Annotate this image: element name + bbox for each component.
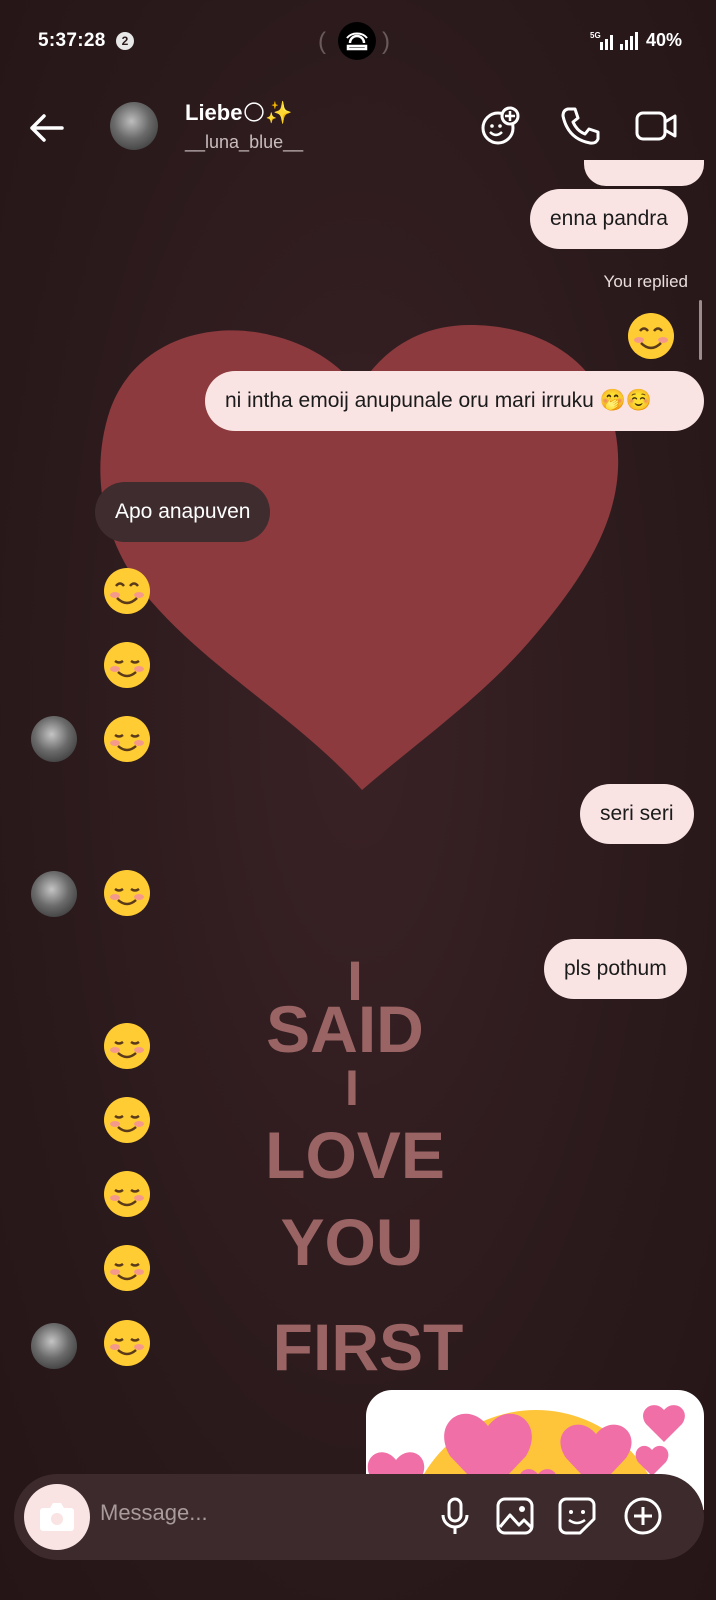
sent-message-bubble[interactable]: enna pandra [530, 189, 688, 249]
status-bar: 5:37:28 2 ( ) 5G 40% [0, 0, 716, 80]
smiling-face-emoji[interactable] [102, 1243, 152, 1293]
camera-icon [40, 1503, 74, 1531]
received-message-bubble[interactable]: Apo anapuven [95, 482, 271, 542]
message-input[interactable]: Message... [100, 1500, 208, 1526]
wallpaper-word: LOVE [265, 1118, 445, 1192]
contact-username[interactable]: __luna_blue__ [185, 132, 303, 153]
message-composer: Message... [14, 1474, 704, 1560]
contact-avatar[interactable] [110, 102, 158, 150]
smiling-face-emoji[interactable] [626, 311, 676, 361]
smiling-face-emoji[interactable] [102, 1095, 152, 1145]
sender-avatar[interactable] [31, 1323, 77, 1369]
wallpaper-word: FIRST [273, 1310, 464, 1384]
notification-count-badge: 2 [116, 32, 134, 50]
wallpaper-word: YOU [280, 1205, 423, 1279]
smiling-face-emoji[interactable] [102, 1169, 152, 1219]
add-icon[interactable] [622, 1495, 664, 1537]
back-arrow-icon[interactable] [26, 108, 66, 148]
reply-indicator: You replied [603, 272, 688, 291]
smiling-face-emoji[interactable] [102, 566, 152, 616]
sent-message-bubble-partial[interactable] [584, 160, 704, 186]
status-time: 5:37:28 [38, 30, 106, 51]
chat-header: Liebe🌕✨ __luna_blue__ [0, 90, 716, 170]
sticker-icon[interactable] [556, 1495, 598, 1537]
wallpaper-word: SAID [266, 992, 424, 1066]
smiling-face-emoji[interactable] [102, 1318, 152, 1368]
sent-message-bubble[interactable]: seri seri [580, 784, 694, 844]
phone-icon[interactable] [558, 104, 602, 148]
smiling-face-emoji[interactable] [102, 868, 152, 918]
wallpaper-word: I [345, 1060, 359, 1116]
microphone-icon[interactable] [434, 1495, 476, 1537]
smiling-face-emoji[interactable] [102, 1021, 152, 1071]
sender-avatar[interactable] [31, 716, 77, 762]
gallery-icon[interactable] [494, 1495, 536, 1537]
signal-icon: 5G [590, 31, 638, 50]
scroll-indicator [699, 300, 702, 360]
smiling-face-emoji[interactable] [102, 640, 152, 690]
sent-message-bubble[interactable]: pls pothum [544, 939, 687, 999]
video-call-icon[interactable] [634, 104, 678, 148]
battery-level: 40% [646, 30, 683, 50]
svg-text:5G: 5G [590, 31, 601, 40]
add-effect-icon[interactable] [478, 104, 522, 148]
dynamic-island: ( ) [318, 22, 398, 60]
sender-avatar[interactable] [31, 871, 77, 917]
smiling-face-emoji[interactable] [102, 714, 152, 764]
wallpaper-text: I SAID I LOVE YOU FIRST [265, 949, 464, 1384]
contact-name[interactable]: Liebe🌕✨ [185, 100, 293, 126]
sent-message-bubble[interactable]: ni intha emoij anupunale oru mari irruku… [205, 371, 704, 431]
camera-button[interactable] [24, 1484, 90, 1550]
